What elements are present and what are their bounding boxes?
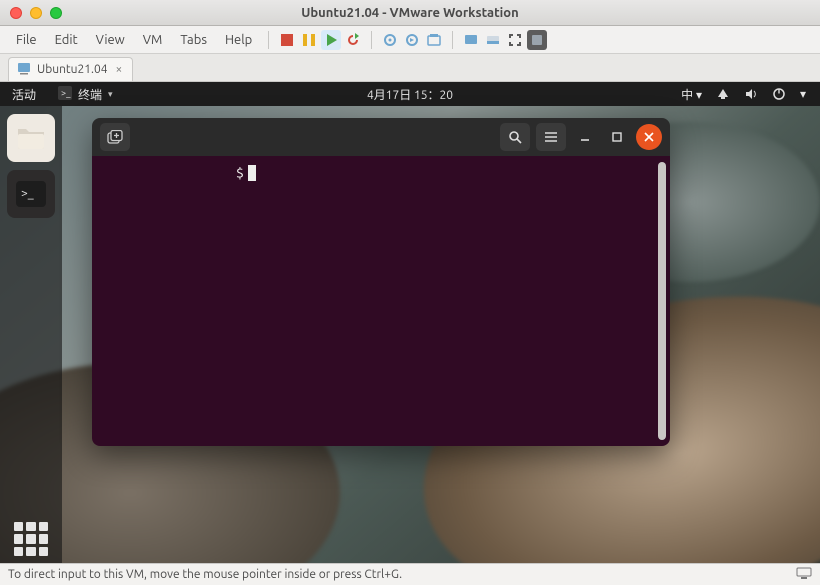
hamburger-icon	[544, 130, 558, 144]
guest-display[interactable]: 活动 >_ 终端 ▾ 4月17日 15：20 中 ▾ ▾	[0, 82, 820, 563]
menu-view[interactable]: View	[88, 30, 133, 50]
host-menubar: File Edit View VM Tabs Help	[0, 26, 820, 54]
gnome-top-panel: 活动 >_ 终端 ▾ 4月17日 15：20 中 ▾ ▾	[0, 82, 820, 106]
grid-icon	[14, 522, 48, 556]
vm-tab[interactable]: Ubuntu21.04 ×	[8, 57, 133, 81]
host-statusbar: To direct input to this VM, move the mou…	[0, 563, 820, 585]
new-tab-button[interactable]	[100, 123, 130, 151]
panel-datetime[interactable]: 4月17日 15：20	[367, 89, 453, 102]
toolbar-separator	[268, 31, 269, 49]
revert-snapshot-button[interactable]	[402, 30, 422, 50]
snapshot-button[interactable]	[380, 30, 400, 50]
minimize-button[interactable]	[572, 124, 598, 150]
terminal-prompt: $	[236, 165, 244, 181]
power-icon	[772, 87, 786, 101]
search-button[interactable]	[500, 123, 530, 151]
chevron-down-icon: ▾	[800, 87, 806, 101]
show-console-button[interactable]	[461, 30, 481, 50]
power-off-button[interactable]	[277, 30, 297, 50]
dock-item-terminal[interactable]: >_	[7, 170, 55, 218]
window-title: Ubuntu21.04 - VMware Workstation	[0, 6, 820, 20]
volume-icon	[744, 87, 758, 101]
ubuntu-dock: >_	[0, 106, 62, 563]
close-icon	[643, 131, 655, 143]
folder-icon	[16, 125, 46, 151]
ime-indicator[interactable]: 中 ▾	[681, 86, 702, 103]
fullscreen-button[interactable]	[505, 30, 525, 50]
toolbar-separator	[371, 31, 372, 49]
unity-mode-button[interactable]	[527, 30, 547, 50]
vm-tab-strip: Ubuntu21.04 ×	[0, 54, 820, 82]
vm-tab-icon	[17, 61, 31, 78]
vm-tab-close-button[interactable]: ×	[114, 63, 125, 76]
terminal-window: $	[92, 118, 670, 446]
terminal-icon: >_	[58, 86, 72, 103]
svg-text:>_: >_	[21, 187, 34, 200]
menu-tabs[interactable]: Tabs	[172, 30, 215, 50]
power-on-button[interactable]	[321, 30, 341, 50]
statusbar-hint: To direct input to this VM, move the mou…	[8, 568, 402, 581]
close-button[interactable]	[636, 124, 662, 150]
toolbar-separator	[452, 31, 453, 49]
hamburger-menu-button[interactable]	[536, 123, 566, 151]
panel-system-area[interactable]: 中 ▾ ▾	[681, 86, 820, 103]
statusbar-device-icon[interactable]	[796, 566, 812, 583]
network-icon	[716, 87, 730, 101]
show-applications-button[interactable]	[7, 515, 55, 563]
search-icon	[508, 130, 522, 144]
terminal-headerbar	[92, 118, 670, 156]
app-menu[interactable]: >_ 终端 ▾	[48, 86, 123, 103]
thumbnail-button[interactable]	[483, 30, 503, 50]
menu-edit[interactable]: Edit	[47, 30, 86, 50]
menu-vm[interactable]: VM	[135, 30, 171, 50]
terminal-body[interactable]: $	[92, 156, 670, 446]
dock-item-files[interactable]	[7, 114, 55, 162]
chevron-down-icon: ▾	[696, 89, 702, 102]
activities-button[interactable]: 活动	[0, 86, 48, 103]
restart-button[interactable]	[343, 30, 363, 50]
terminal-scrollbar[interactable]	[658, 162, 666, 440]
maximize-button[interactable]	[604, 124, 630, 150]
suspend-button[interactable]	[299, 30, 319, 50]
host-titlebar: Ubuntu21.04 - VMware Workstation	[0, 0, 820, 26]
terminal-icon: >_	[16, 181, 46, 207]
terminal-cursor	[248, 165, 256, 181]
vm-tab-label: Ubuntu21.04	[37, 63, 108, 76]
svg-text:>_: >_	[61, 88, 71, 98]
menu-file[interactable]: File	[8, 30, 45, 50]
chevron-down-icon: ▾	[108, 89, 113, 100]
snapshot-manager-button[interactable]	[424, 30, 444, 50]
menu-help[interactable]: Help	[217, 30, 260, 50]
app-menu-label: 终端	[78, 86, 102, 103]
